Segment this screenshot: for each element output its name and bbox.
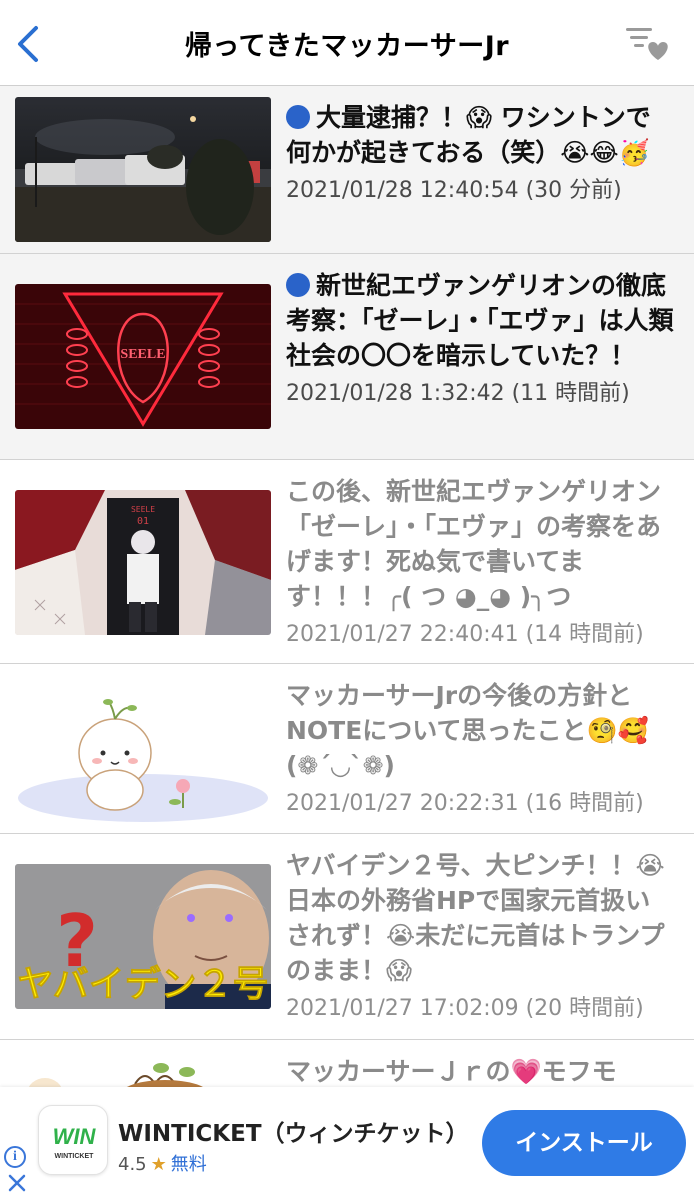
article-title: マッカーサーＪｒの💗モフモ <box>286 1057 617 1086</box>
article-title: 新世紀エヴァンゲリオンの徹底考察：「ゼーレ」・「エヴァ」は人類社会の〇〇を暗示し… <box>286 271 674 370</box>
ad-rating: 4.5 <box>118 1154 147 1175</box>
ad-close-button[interactable] <box>6 1172 28 1194</box>
article-date: 2021/01/27 17:02:09 (20 時間前) <box>286 996 644 1021</box>
article-row[interactable]: SEELE 新世紀エヴァンゲリオンの徹底考察：「ゼーレ」・「エヴァ」は人類社会の… <box>0 254 694 460</box>
ad-app-icon[interactable]: WIN WINTICKET <box>38 1105 108 1175</box>
article-thumbnail <box>15 678 271 823</box>
install-button[interactable]: インストール <box>482 1110 686 1176</box>
ad-app-meta: 4.5 ★ 無料 <box>118 1150 207 1176</box>
unread-dot-icon <box>286 273 310 297</box>
ad-app-name: WINTICKET（ウィンチケット） <box>118 1121 469 1147</box>
article-title: この後、新世紀エヴァンゲリオン「ゼーレ」・「エヴァ」の考察をあげます！死ぬ気で書… <box>286 477 662 611</box>
app-header: 帰ってきたマッカーサーJr <box>0 0 694 86</box>
politician-photo: ? ヤバイデン２号 <box>15 864 271 1009</box>
article-date: 2021/01/28 12:40:54 (30 分前) <box>286 178 622 203</box>
article-row[interactable]: 大量逮捕？！😱 ワシントンで何かが起きておる（笑）😭😂🥳 2021/01/28 … <box>0 86 694 254</box>
article-row[interactable]: マッカーサーJrの今後の方針とNOTEについて思ったこと🧐🥰 (❁´◡`❁) 2… <box>0 664 694 834</box>
back-button[interactable] <box>10 22 50 66</box>
close-icon <box>8 1174 26 1192</box>
article-thumbnail: SEELE 01 <box>15 490 271 635</box>
article-thumbnail: SEELE <box>15 284 271 429</box>
svg-text:WINTICKET: WINTICKET <box>55 1153 95 1160</box>
article-date: 2021/01/27 22:40:41 (14 時間前) <box>286 622 644 647</box>
page-title: 帰ってきたマッカーサーJr <box>184 31 510 62</box>
article-thumbnail: ? ヤバイデン２号 <box>15 864 271 1009</box>
article-date: 2021/01/28 1:32:42 (11 時間前) <box>286 381 630 406</box>
article-list: 大量逮捕？！😱 ワシントンで何かが起きておる（笑）😭😂🥳 2021/01/28 … <box>0 86 694 1199</box>
article-date: 2021/01/27 20:22:31 (16 時間前) <box>286 791 644 816</box>
chevron-left-icon <box>18 26 38 62</box>
favorite-filter-icon <box>626 28 668 60</box>
star-icon: ★ <box>150 1154 167 1175</box>
seele-logo-image: SEELE <box>15 284 271 429</box>
svg-text:ヤバイデン２号: ヤバイデン２号 <box>17 963 268 1005</box>
svg-text:SEELE: SEELE <box>120 347 165 362</box>
svg-text:SEELE: SEELE <box>131 505 155 514</box>
night-street-photo <box>15 97 271 242</box>
winticket-logo-icon: WIN WINTICKET <box>53 1124 97 1160</box>
ad-info-icon[interactable]: i <box>4 1146 26 1168</box>
favorite-filter-button[interactable] <box>624 22 670 64</box>
svg-text:WIN: WIN <box>53 1124 97 1149</box>
article-title: ヤバイデン２号、大ピンチ！！😭日本の外務省HPで国家元首扱いされず！😭未だに元首… <box>286 851 665 985</box>
article-row[interactable]: ? ヤバイデン２号 ヤバイデン２号、大ピンチ！！😭日本の外務省HPで国家元首扱い… <box>0 834 694 1040</box>
article-thumbnail <box>15 97 271 242</box>
evangelion-kaworu-image: SEELE 01 <box>15 490 271 635</box>
unread-dot-icon <box>286 105 310 129</box>
mascot-illustration <box>15 678 271 823</box>
article-title: マッカーサーJrの今後の方針とNOTEについて思ったこと🧐🥰 (❁´◡`❁) <box>286 681 649 780</box>
svg-text:01: 01 <box>137 516 149 527</box>
article-row[interactable]: SEELE 01 この後、新世紀エヴァンゲリオン「ゼーレ」・「エヴァ」の考察をあ… <box>0 460 694 664</box>
article-title: 大量逮捕？！😱 ワシントンで何かが起きておる（笑）😭😂🥳 <box>286 103 651 167</box>
ad-price: 無料 <box>170 1154 207 1175</box>
